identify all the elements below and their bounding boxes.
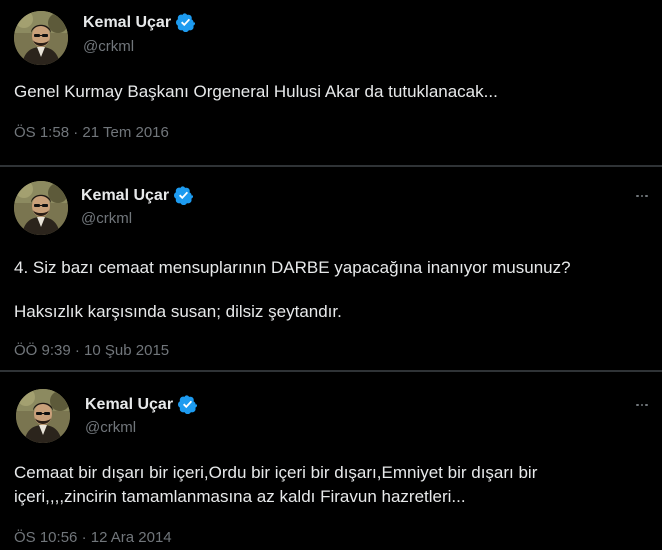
verified-badge-icon[interactable] [178, 395, 197, 414]
avatar[interactable] [14, 11, 68, 65]
verified-badge-icon[interactable] [176, 13, 195, 32]
display-name[interactable]: Kemal Uçar [83, 14, 171, 32]
tweet-text: Cemaat bir dışarı bir içeri,Ordu bir içe… [14, 461, 644, 509]
timestamp-separator: · [81, 529, 87, 546]
tweet-text: Genel Kurmay Başkanı Orgeneral Hulusi Ak… [14, 80, 654, 104]
more-options-icon[interactable] [632, 189, 652, 203]
more-options-icon[interactable] [632, 398, 652, 412]
timestamp-separator: · [74, 342, 80, 359]
avatar-image [14, 181, 68, 235]
display-name[interactable]: Kemal Uçar [85, 396, 173, 414]
tweet-time: ÖS 1:58 [14, 124, 70, 141]
avatar-image [14, 11, 68, 65]
verified-badge-icon[interactable] [174, 186, 193, 205]
tweet-text: 4. Siz bazı cemaat mensuplarının DARBE y… [14, 256, 654, 280]
tweet-date: 12 Ara 2014 [90, 529, 172, 546]
tweet-paragraph: Cemaat bir dışarı bir içeri,Ordu bir içe… [14, 463, 538, 506]
author-name-row: Kemal Uçar [85, 395, 197, 414]
tweet-date: 10 Şub 2015 [84, 342, 170, 359]
author-name-row: Kemal Uçar [83, 13, 195, 32]
avatar[interactable] [14, 181, 68, 235]
tweet-timestamp[interactable]: ÖÖ 9:39 · 10 Şub 2015 [14, 342, 169, 359]
tweet[interactable]: Kemal Uçar @crkml Cemaat bir dışarı bir … [0, 372, 662, 550]
avatar-image [16, 389, 70, 443]
author-name-row: Kemal Uçar [81, 186, 193, 205]
author-handle[interactable]: @crkml [81, 210, 132, 227]
tweet-timestamp[interactable]: ÖS 10:56 · 12 Ara 2014 [14, 529, 172, 546]
tweet[interactable]: Kemal Uçar @crkml 4. Siz bazı cemaat men… [0, 167, 662, 370]
author-handle[interactable]: @crkml [85, 419, 136, 436]
tweet-time: ÖS 10:56 [14, 529, 78, 546]
tweet-paragraph: Genel Kurmay Başkanı Orgeneral Hulusi Ak… [14, 82, 498, 101]
timestamp-separator: · [73, 124, 79, 141]
author-handle[interactable]: @crkml [83, 38, 134, 55]
display-name[interactable]: Kemal Uçar [81, 187, 169, 205]
tweet-paragraph: 4. Siz bazı cemaat mensuplarının DARBE y… [14, 258, 571, 277]
tweet[interactable]: Kemal Uçar @crkml Genel Kurmay Başkanı O… [0, 0, 662, 166]
tweet-text: Haksızlık karşısında susan; dilsiz şeyta… [14, 300, 654, 324]
avatar[interactable] [16, 389, 70, 443]
tweet-time: ÖÖ 9:39 [14, 342, 71, 359]
tweet-date: 21 Tem 2016 [82, 124, 169, 141]
tweet-timestamp[interactable]: ÖS 1:58 · 21 Tem 2016 [14, 124, 169, 141]
tweet-paragraph: Haksızlık karşısında susan; dilsiz şeyta… [14, 302, 342, 321]
